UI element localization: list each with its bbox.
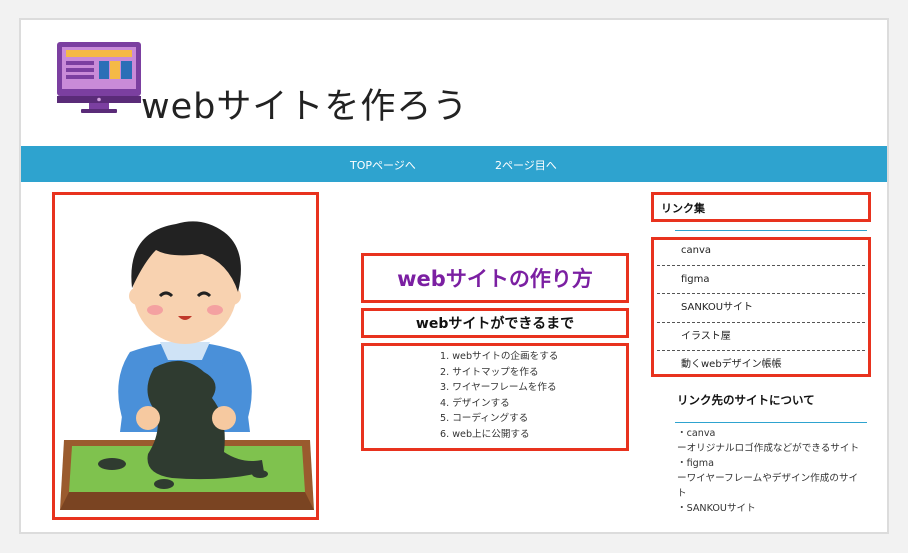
web-page: webサイトを作ろう TOPページへ 2ページ目へ webサイトの作り方 web… [21, 20, 887, 532]
about-text: ・canva ーオリジナルロゴ作成などができるサイト ・figma ーワイヤーフ… [677, 426, 867, 516]
links-highlight-box [651, 237, 871, 377]
illustration-highlight-box [52, 192, 319, 520]
about-line: ・figma [677, 458, 714, 469]
nav-bar: TOPページへ 2ページ目へ [21, 146, 887, 182]
about-line: ・SANKOUサイト [677, 503, 756, 514]
nav-link-page2[interactable]: 2ページ目へ [495, 157, 557, 173]
links-divider [675, 230, 867, 231]
site-title: webサイトを作ろう [141, 87, 469, 127]
about-line: ・canva [677, 428, 716, 439]
links-heading-highlight-box [651, 192, 871, 222]
subtitle-highlight-box [361, 308, 629, 338]
about-divider [675, 422, 867, 423]
title-highlight-box [361, 253, 629, 303]
about-line: ーワイヤーフレームやデザイン作成のサイト [677, 473, 859, 499]
nav-link-top[interactable]: TOPページへ [350, 157, 416, 173]
steps-highlight-box [361, 343, 629, 451]
about-line: ーオリジナルロゴ作成などができるサイト [677, 443, 860, 454]
monitor-logo-icon [55, 40, 145, 114]
about-heading: リンク先のサイトについて [677, 393, 815, 407]
